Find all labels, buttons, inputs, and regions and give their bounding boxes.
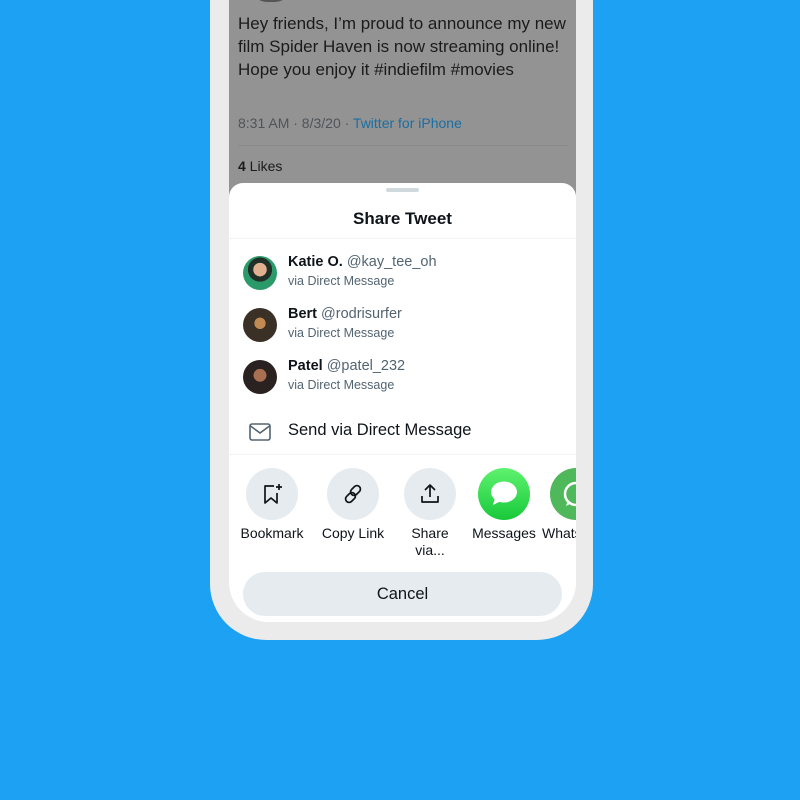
action-label: Bookmark [240,525,304,541]
contact-avatar [243,256,277,290]
envelope-icon [249,423,271,441]
divider [238,145,568,146]
sheet-title: Share Tweet [353,209,452,228]
contact-item[interactable]: Katie O. @kay_tee_oh via Direct Message [243,254,563,294]
contact-via: via Direct Message [288,326,395,340]
contact-item[interactable]: Patel @patel_232 via Direct Message [243,358,563,398]
link-icon [344,484,362,504]
contact-name: Katie O. @kay_tee_oh [288,254,437,270]
tweet-meta: 8:31 AM · 8/3/20 · Twitter for iPhone [238,115,462,131]
cancel-button[interactable]: Cancel [243,572,562,616]
tweet-source-link[interactable]: Twitter for iPhone [353,115,462,131]
sheet-drag-handle[interactable] [386,188,419,192]
likes-number: 4 [238,158,246,174]
contact-avatar [243,360,277,394]
action-label: Share via... [411,525,449,558]
send-via-dm-button[interactable]: Send via Direct Message [249,419,569,443]
contact-handle: @rodrisurfer [321,306,402,322]
action-label: Copy Link [321,525,385,541]
contact-display-name: Katie O. [288,254,343,270]
share-via-button[interactable]: Share via... [390,468,470,559]
contact-display-name: Bert [288,306,318,322]
bookmark-add-icon [264,484,282,504]
contact-handle: @patel_232 [326,358,406,374]
contact-avatar [243,308,277,342]
phone-frame: Hey friends, I’m proud to announce my ne… [210,0,593,640]
tweet-detail: Hey friends, I’m proud to announce my ne… [229,0,576,200]
likes-label: Likes [245,158,283,174]
dm-label: Send via Direct Message [288,421,472,439]
action-label: WhatsApp [542,525,576,541]
likes-count[interactable]: 4 Likes [238,158,282,174]
messages-button[interactable]: Messages [464,468,544,542]
whatsapp-button[interactable]: WhatsApp [536,468,576,542]
share-sheet: Share Tweet Katie O. @kay_tee_oh via Dir… [229,183,576,622]
contact-display-name: Patel [288,358,323,374]
tweet-text: Hey friends, I’m proud to announce my ne… [238,14,566,79]
action-label: Messages [472,525,536,541]
author-avatar [251,0,291,2]
whatsapp-icon [563,481,576,507]
contact-handle: @kay_tee_oh [346,254,437,270]
messages-app-icon [491,481,517,505]
share-icon [421,484,439,503]
contact-item[interactable]: Bert @rodrisurfer via Direct Message [243,306,563,346]
contact-name: Patel @patel_232 [288,358,405,374]
tweet-time: 8:31 AM · 8/3/20 · [238,115,353,131]
divider [229,238,576,239]
copy-link-button[interactable]: Copy Link [313,468,393,542]
bookmark-button[interactable]: Bookmark [232,468,312,542]
phone-screen: Hey friends, I’m proud to announce my ne… [229,0,576,622]
contact-via: via Direct Message [288,378,395,392]
contact-via: via Direct Message [288,274,395,288]
divider [229,454,576,455]
contact-name: Bert @rodrisurfer [288,306,402,322]
